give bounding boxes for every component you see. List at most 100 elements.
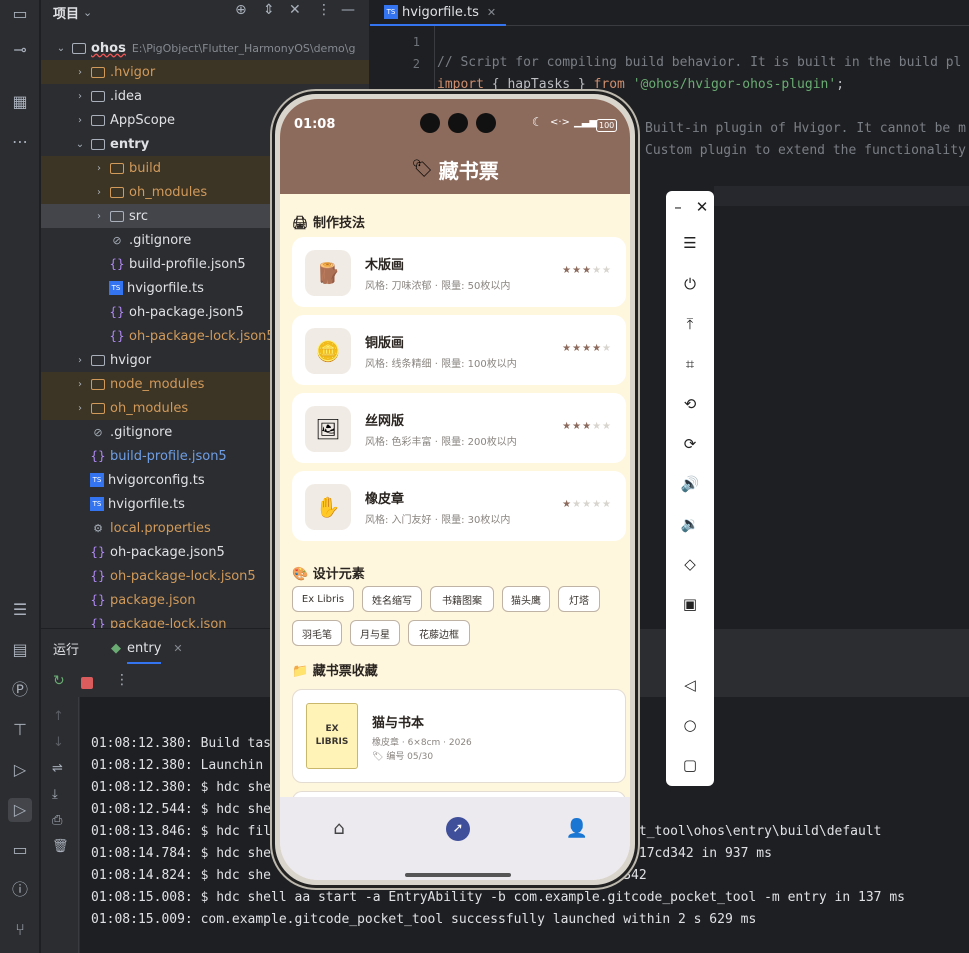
print-icon[interactable]: ⎙	[52, 813, 62, 828]
rotate-right-icon[interactable]: ⟳	[678, 432, 702, 456]
crop-icon[interactable]: ⌗	[678, 352, 702, 376]
camera-icon	[476, 113, 496, 133]
problems-icon[interactable]: ⓘ	[8, 878, 32, 902]
design-chip[interactable]: 书籍图案	[430, 586, 494, 612]
folder-icon[interactable]: ▭	[8, 2, 32, 26]
terminal-icon[interactable]: ▭	[8, 838, 32, 862]
star-empty-icon: ★	[602, 343, 612, 354]
chevron-down-icon[interactable]: ⌄	[83, 6, 92, 19]
tree-item-label: entry	[110, 136, 150, 152]
soft-wrap-icon[interactable]: ⇌	[52, 761, 63, 776]
star-empty-icon: ★	[602, 499, 612, 510]
chevron-right-icon[interactable]: ›	[93, 163, 105, 174]
star-empty-icon: ★	[592, 499, 603, 510]
run-icon[interactable]: ▷	[8, 798, 32, 822]
upload-icon[interactable]: ⤒	[678, 312, 702, 336]
close-icon[interactable]: ✕	[487, 6, 496, 19]
screenshot-icon[interactable]: ▣	[678, 592, 702, 616]
home-circle-icon[interactable]: ○	[678, 713, 702, 737]
run-title[interactable]: 运行	[53, 639, 79, 658]
volume-down-icon[interactable]: 🔉	[678, 512, 702, 536]
technique-card[interactable]: 🪵 木版画 风格: 刀味浓郁 · 限量: 50枚以内 ★★★★★	[292, 237, 626, 307]
services-icon[interactable]: ▷	[8, 758, 32, 782]
gear-icon: ⚙	[93, 521, 103, 535]
design-chip[interactable]: 月与星	[350, 620, 400, 646]
recents-icon[interactable]: ▢	[678, 753, 702, 777]
collapse-icon[interactable]: ✕	[289, 2, 301, 18]
chevron-right-icon[interactable]: ›	[74, 115, 86, 126]
chevron-right-icon[interactable]: ›	[74, 355, 86, 366]
chevron-right-icon[interactable]: ›	[74, 403, 86, 414]
bottom-nav: ⌂ ➚ 👤	[280, 797, 630, 880]
tree-item-label: AppScope	[110, 112, 175, 128]
close-icon[interactable]: ✕	[690, 195, 714, 219]
ts-file-icon: TS	[109, 281, 123, 295]
chevron-down-icon[interactable]: ⌄	[74, 139, 86, 150]
menu-icon[interactable]: ☰	[678, 231, 702, 255]
compass-icon[interactable]: ➚	[446, 817, 470, 841]
stop-icon[interactable]	[81, 677, 93, 689]
design-chip[interactable]: 姓名缩写	[362, 586, 422, 612]
design-chip[interactable]: 羽毛笔	[292, 620, 342, 646]
design-chip[interactable]: 花藤边框	[408, 620, 470, 646]
chevron-right-icon[interactable]: ›	[74, 67, 86, 78]
technique-card[interactable]: 🖼 丝网版 风格: 色彩丰富 · 限量: 200枚以内 ★★★★★	[292, 393, 626, 463]
scroll-end-icon[interactable]: ⤓	[52, 787, 58, 802]
tab-hvigorfile[interactable]: TS hvigorfile.ts ✕	[370, 0, 507, 26]
app-bar: 🏷 藏书票	[280, 144, 630, 194]
target-icon[interactable]: ⊕	[235, 2, 247, 18]
rerun-icon[interactable]: ↻	[53, 673, 65, 689]
volume-up-icon[interactable]: 🔊	[678, 472, 702, 496]
layout-icon[interactable]: ▤	[8, 638, 32, 662]
more-icon[interactable]: ⋯	[8, 130, 32, 154]
folder-icon	[109, 161, 125, 175]
options-icon[interactable]: ⋮	[115, 672, 129, 688]
design-chip[interactable]: 灯塔	[558, 586, 600, 612]
chevron-right-icon[interactable]: ›	[93, 187, 105, 198]
design-chip[interactable]: 猫头鹰	[502, 586, 550, 612]
console-line: 01:08:15.008: $ hdc shell aa start -a En…	[91, 890, 905, 905]
project-title[interactable]: 项目	[53, 3, 79, 22]
profile-icon[interactable]: 👤	[565, 817, 589, 841]
minimize-icon[interactable]: —	[341, 2, 355, 18]
code-line-comment[interactable]: // Script for compiling build behavior. …	[437, 55, 961, 70]
power-icon[interactable]: ⏻	[678, 272, 702, 296]
arrow-up-icon[interactable]: ↑	[53, 709, 64, 724]
technique-card[interactable]: 🪙 铜版画 风格: 线条精细 · 限量: 100枚以内 ★★★★★	[292, 315, 626, 385]
rotate-icon[interactable]: ⟲	[678, 392, 702, 416]
arrow-down-icon[interactable]: ↓	[53, 735, 64, 750]
profiler-icon[interactable]: Ⓟ	[8, 678, 32, 702]
section-title-tech: 🖨 制作技法	[292, 216, 366, 231]
technique-card[interactable]: ✋ 橡皮章 风格: 入门友好 · 限量: 30枚以内 ★★★★★	[292, 471, 626, 541]
minimize-icon[interactable]: –	[666, 195, 690, 219]
commit-icon[interactable]: ⊸	[8, 38, 32, 62]
design-chip[interactable]: Ex Libris	[292, 586, 354, 612]
expand-icon[interactable]: ⇕	[263, 2, 275, 18]
tree-item-label: hvigor	[110, 352, 152, 368]
technique-icon: 🪙	[305, 328, 351, 374]
collection-card[interactable]: EX LIBRIS 猫与书本 橡皮章 · 6×8cm · 2026 🏷 编号 05…	[292, 689, 626, 783]
chevron-right-icon[interactable]: ›	[74, 379, 86, 390]
back-icon[interactable]: ◁	[678, 673, 702, 697]
tab-entry[interactable]: entry	[127, 641, 162, 664]
chevron-right-icon[interactable]: ›	[74, 91, 86, 102]
technique-icon: 🪵	[305, 250, 351, 296]
git-icon[interactable]: ⑂	[8, 918, 32, 942]
tree-root[interactable]: ⌄ ohos E:\PigObject\Flutter_HarmonyOS\de…	[41, 36, 369, 60]
todo-icon[interactable]: ☰	[8, 598, 32, 622]
home-icon[interactable]: ⌂	[327, 817, 351, 841]
build-icon[interactable]: ⊤	[8, 718, 32, 742]
close-icon[interactable]: ✕	[173, 642, 182, 655]
chevron-down-icon[interactable]: ⌄	[55, 43, 67, 54]
code-line-import[interactable]: import { hapTasks } from '@ohos/hvigor-o…	[437, 77, 844, 92]
trash-icon[interactable]: 🗑	[52, 839, 69, 854]
rating-stars: ★★★★★	[562, 265, 612, 276]
chevron-right-icon[interactable]: ›	[93, 211, 105, 222]
tree-item[interactable]: › .hvigor	[41, 60, 369, 84]
tree-item-label: .gitignore	[110, 424, 173, 440]
structure-icon[interactable]: ▦	[8, 90, 32, 114]
folder-icon	[90, 353, 106, 367]
tree-item-label: oh-package-lock.json5	[129, 328, 275, 344]
options-icon[interactable]: ⋮	[317, 2, 331, 18]
erase-icon[interactable]: ◇	[678, 552, 702, 576]
